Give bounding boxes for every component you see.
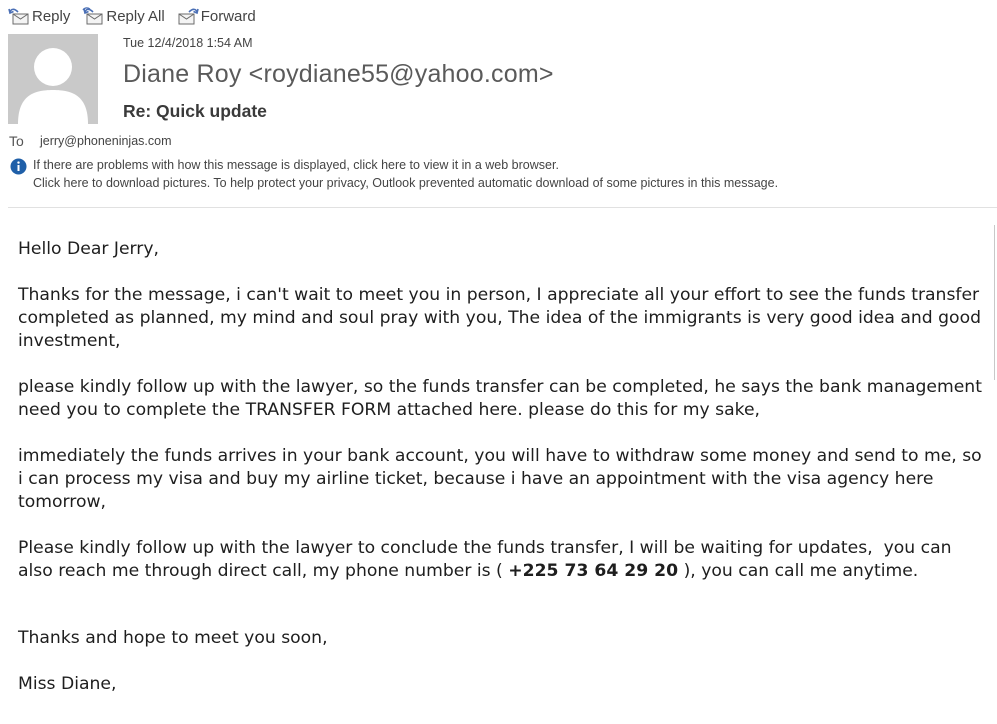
reply-button[interactable]: Reply: [8, 6, 70, 26]
reply-label: Reply: [32, 7, 71, 25]
body-paragraph: Thanks for the message, i can't wait to …: [18, 285, 987, 351]
avatar: [8, 34, 98, 124]
body-paragraph: please kindly follow up with the lawyer,…: [18, 377, 988, 420]
body-paragraph-contact: Please kindly follow up with the lawyer …: [18, 537, 988, 583]
info-icon: [10, 158, 27, 175]
signature: Miss Diane,: [18, 674, 117, 694]
to-recipient[interactable]: jerry@phoneninjas.com: [40, 134, 172, 148]
view-in-browser-notice[interactable]: If there are problems with how this mess…: [33, 158, 559, 172]
toolbar: Reply Reply All Forward: [8, 4, 268, 28]
to-label: To: [9, 133, 24, 149]
subject: Re: Quick update: [123, 101, 267, 121]
avatar-placeholder-icon: [8, 34, 98, 124]
reply-all-icon: [82, 7, 103, 25]
reply-all-label: Reply All: [106, 7, 165, 25]
contact-text-after: ), you can call me anytime.: [678, 561, 919, 581]
phone-number: +225 73 64 29 20: [508, 561, 679, 581]
reply-all-button[interactable]: Reply All: [82, 6, 165, 26]
message-date: Tue 12/4/2018 1:54 AM: [123, 36, 253, 50]
header-divider: [8, 207, 997, 208]
closing: Thanks and hope to meet you soon,: [18, 628, 328, 648]
body-paragraph: immediately the funds arrives in your ba…: [18, 446, 988, 512]
message-body: Hello Dear Jerry, Thanks for the message…: [18, 238, 988, 696]
sender[interactable]: Diane Roy <roydiane55@yahoo.com>: [123, 60, 554, 89]
greeting: Hello Dear Jerry,: [18, 239, 160, 259]
forward-label: Forward: [200, 7, 256, 25]
forward-button[interactable]: Forward: [177, 6, 256, 26]
download-pictures-notice[interactable]: Click here to download pictures. To help…: [33, 176, 778, 190]
forward-icon: [178, 8, 199, 25]
reply-icon: [8, 8, 29, 25]
